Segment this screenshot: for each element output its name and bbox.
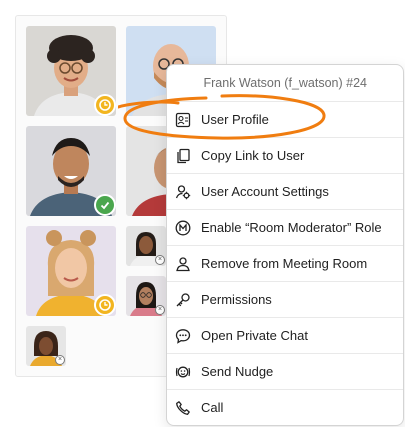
moderator-m-icon bbox=[173, 218, 193, 238]
menu-header-title: Frank Watson (f_watson) #24 bbox=[203, 76, 368, 90]
away-status-badge bbox=[94, 294, 116, 316]
clock-icon bbox=[99, 99, 111, 111]
menu-item-user-profile[interactable]: User Profile bbox=[167, 101, 403, 137]
participant-tile-1[interactable] bbox=[26, 26, 116, 116]
menu-item-permissions[interactable]: Permissions bbox=[167, 281, 403, 317]
user-card-icon bbox=[173, 110, 193, 130]
key-icon bbox=[173, 290, 193, 310]
participant-tile-3[interactable] bbox=[26, 126, 116, 216]
menu-item-moderator-role[interactable]: Enable “Room Moderator” Role bbox=[167, 209, 403, 245]
copy-link-icon bbox=[173, 146, 193, 166]
nudge-face-icon bbox=[173, 362, 193, 382]
menu-item-label: Send Nudge bbox=[201, 364, 274, 379]
checkmark-icon bbox=[100, 201, 110, 210]
clock-icon bbox=[99, 299, 111, 311]
menu-header: Frank Watson (f_watson) #24 bbox=[167, 65, 403, 101]
away-status-badge bbox=[94, 94, 116, 116]
user-settings-icon bbox=[173, 182, 193, 202]
menu-item-label: Permissions bbox=[201, 292, 272, 307]
menu-item-copy-link[interactable]: Copy Link to User bbox=[167, 137, 403, 173]
offline-status-badge: × bbox=[155, 255, 165, 265]
chat-bubble-icon bbox=[173, 326, 193, 346]
phone-icon bbox=[173, 398, 193, 418]
menu-item-label: Remove from Meeting Room bbox=[201, 256, 368, 271]
menu-item-private-chat[interactable]: Open Private Chat bbox=[167, 317, 403, 353]
menu-item-label: Enable “Room Moderator” Role bbox=[201, 220, 382, 235]
remove-user-icon bbox=[173, 254, 193, 274]
menu-item-label: User Account Settings bbox=[201, 184, 329, 199]
menu-item-label: Copy Link to User bbox=[201, 148, 305, 163]
participant-tile-5[interactable] bbox=[26, 226, 116, 316]
menu-item-call[interactable]: Call bbox=[167, 389, 403, 425]
menu-item-account-settings[interactable]: User Account Settings bbox=[167, 173, 403, 209]
menu-item-label: Open Private Chat bbox=[201, 328, 308, 343]
offline-status-badge: × bbox=[155, 305, 165, 315]
online-status-badge bbox=[94, 194, 116, 216]
menu-item-label: User Profile bbox=[201, 112, 269, 127]
menu-item-label: Call bbox=[201, 400, 224, 415]
menu-item-send-nudge[interactable]: Send Nudge bbox=[167, 353, 403, 389]
menu-item-remove-user[interactable]: Remove from Meeting Room bbox=[167, 245, 403, 281]
offline-status-badge: × bbox=[55, 355, 65, 365]
participant-context-menu: Frank Watson (f_watson) #24 User Profile… bbox=[166, 64, 404, 426]
